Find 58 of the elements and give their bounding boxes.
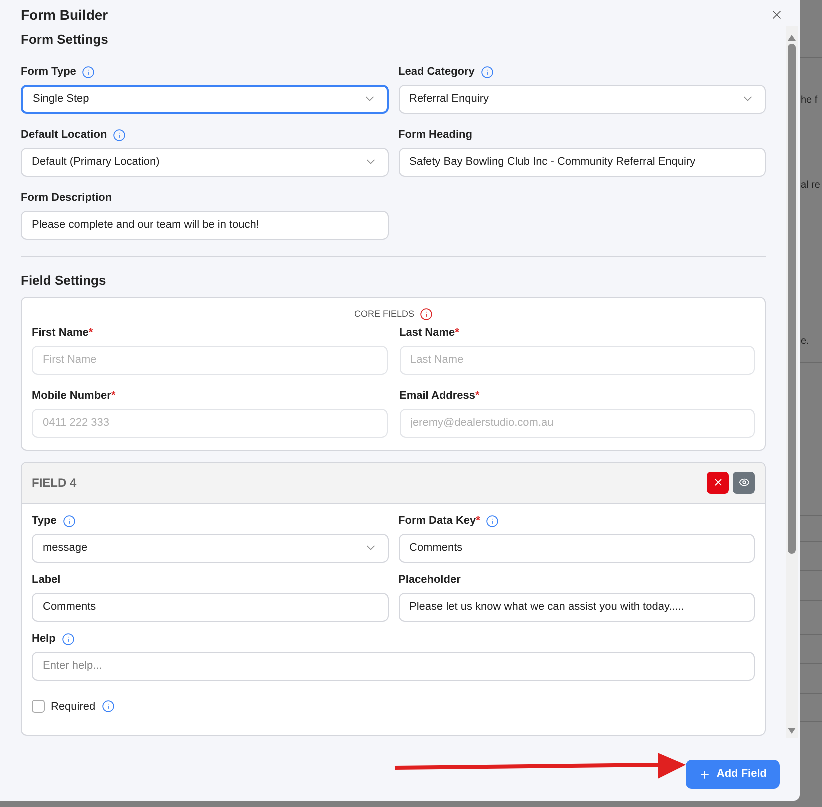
text-field[interactable]: Enter help... xyxy=(32,652,755,680)
field-label: Mobile Number* xyxy=(32,388,116,404)
background-text: al re xyxy=(801,179,820,193)
select-field[interactable]: Single Step xyxy=(21,84,388,114)
field-label: Form Type xyxy=(21,64,76,80)
section-heading: Form Settings xyxy=(21,31,110,49)
card-title: FIELD 4 xyxy=(32,474,77,492)
scrollbar[interactable] xyxy=(786,26,798,738)
field-label: Type xyxy=(32,514,57,529)
info-icon[interactable] xyxy=(420,308,432,322)
text-field[interactable]: Please complete and our team will be in touch! xyxy=(21,210,388,240)
field-label: Help xyxy=(32,632,56,647)
select-field[interactable]: Default (Primary Location) xyxy=(21,148,388,176)
delete-button[interactable] xyxy=(707,472,729,494)
background-text: he f xyxy=(801,94,818,108)
field-label: Default Location xyxy=(21,128,108,143)
info-icon[interactable] xyxy=(102,700,115,714)
scrollbar-thumb[interactable] xyxy=(788,44,796,554)
close-icon xyxy=(712,477,724,488)
text-field[interactable]: Comments xyxy=(398,534,755,562)
field-label: Form Heading xyxy=(398,128,472,143)
close-button[interactable] xyxy=(770,8,784,22)
info-icon[interactable] xyxy=(62,514,76,528)
field-label: Email Address* xyxy=(400,388,480,404)
select-field[interactable]: Referral Enquiry xyxy=(398,84,766,114)
field-label: First Name* xyxy=(32,326,94,341)
text-field[interactable]: Last Name xyxy=(400,346,755,374)
field-label: Lead Category xyxy=(398,64,475,80)
eye-icon xyxy=(738,477,750,488)
field-label: Label xyxy=(32,572,61,588)
checkbox[interactable] xyxy=(32,700,45,714)
text-field[interactable]: Safety Bay Bowling Club Inc - Community Referral Enquiry xyxy=(398,148,766,176)
info-icon[interactable] xyxy=(486,514,500,528)
card-title: CORE FIELDS xyxy=(354,308,414,321)
visibility-button[interactable] xyxy=(733,472,755,494)
field-label: Last Name* xyxy=(400,326,460,341)
info-icon[interactable] xyxy=(82,66,96,78)
field-label: Form Description xyxy=(21,190,112,206)
text-field[interactable]: jeremy@dealerstudio.com.au xyxy=(400,408,755,438)
scroll-up-icon[interactable] xyxy=(788,35,796,41)
checkbox-label: Required xyxy=(51,700,96,714)
plus-icon xyxy=(698,768,711,780)
section-heading: Field Settings xyxy=(21,272,108,290)
text-field[interactable]: Please let us know what we can assist you with today..... xyxy=(398,592,755,622)
text-field[interactable]: Comments xyxy=(32,592,388,622)
text-field[interactable]: First Name xyxy=(32,346,388,374)
field-label: Placeholder xyxy=(398,572,461,588)
info-icon[interactable] xyxy=(113,128,126,142)
field-label: Form Data Key* xyxy=(398,514,480,529)
add-field-button[interactable]: Add Field xyxy=(686,760,780,789)
background-text: e. xyxy=(801,335,810,349)
modal-title: Form Builder xyxy=(21,6,108,24)
select-field[interactable]: message xyxy=(32,534,388,562)
close-icon xyxy=(770,8,784,22)
info-icon[interactable] xyxy=(480,66,494,78)
scroll-down-icon[interactable] xyxy=(788,728,796,734)
info-icon[interactable] xyxy=(62,632,75,646)
text-field[interactable]: 0411 222 333 xyxy=(32,408,388,438)
